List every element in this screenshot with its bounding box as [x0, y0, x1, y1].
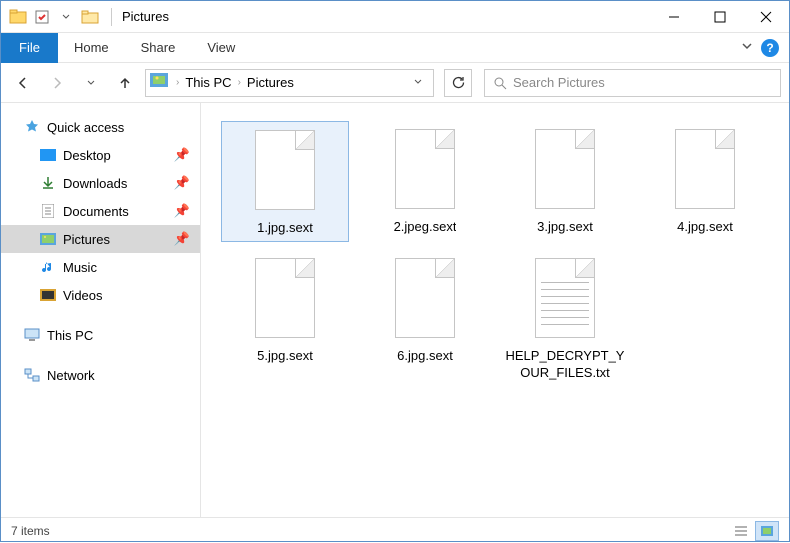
window-title: Pictures: [116, 9, 169, 24]
blank-file-icon: [389, 125, 461, 213]
file-name: 3.jpg.sext: [537, 219, 593, 236]
sidebar-item-label: Pictures: [63, 232, 110, 247]
file-name: 6.jpg.sext: [397, 348, 453, 365]
minimize-button[interactable]: [651, 2, 697, 32]
music-icon: [39, 258, 57, 276]
view-toggle: [729, 521, 779, 541]
sidebar-item-label: Videos: [63, 288, 103, 303]
location-icon: [150, 73, 170, 93]
icons-view-button[interactable]: [755, 521, 779, 541]
breadcrumb-item[interactable]: Pictures: [243, 75, 298, 90]
status-bar: 7 items: [1, 517, 789, 543]
window-controls: [651, 2, 789, 32]
file-grid: 1.jpg.sext 2.jpeg.sext 3.jpg.sext 4.jpg.sex…: [221, 121, 769, 386]
file-name: 4.jpg.sext: [677, 219, 733, 236]
sidebar-item-videos[interactable]: Videos: [1, 281, 200, 309]
pin-icon: 📌: [174, 147, 190, 163]
sidebar-item-pictures[interactable]: Pictures 📌: [1, 225, 200, 253]
videos-icon: [39, 286, 57, 304]
text-file-icon: [529, 254, 601, 342]
sidebar-network[interactable]: Network: [1, 361, 200, 389]
navigation-bar: › This PC › Pictures Search Pictures: [1, 63, 789, 103]
sidebar-item-label: Downloads: [63, 176, 127, 191]
desktop-icon: [39, 146, 57, 164]
pin-icon: 📌: [174, 175, 190, 191]
status-item-count: 7 items: [11, 524, 50, 538]
ribbon-collapse-icon[interactable]: [741, 40, 753, 55]
tab-share[interactable]: Share: [125, 33, 192, 63]
folder-icon[interactable]: [79, 6, 101, 28]
sidebar-quick-access[interactable]: Quick access: [1, 113, 200, 141]
back-button[interactable]: [9, 69, 37, 97]
close-button[interactable]: [743, 2, 789, 32]
pin-icon: 📌: [174, 231, 190, 247]
sidebar: Quick access Desktop 📌 Downloads 📌 Docum…: [1, 103, 201, 517]
file-name: 1.jpg.sext: [257, 220, 313, 237]
sidebar-item-label: Music: [63, 260, 97, 275]
file-tab[interactable]: File: [1, 33, 58, 63]
chevron-right-icon[interactable]: ›: [174, 77, 181, 88]
sidebar-item-label: This PC: [47, 328, 93, 343]
sidebar-this-pc[interactable]: This PC: [1, 321, 200, 349]
sidebar-item-documents[interactable]: Documents 📌: [1, 197, 200, 225]
details-view-button[interactable]: [729, 521, 753, 541]
sidebar-item-label: Desktop: [63, 148, 111, 163]
recent-dropdown-icon[interactable]: [77, 69, 105, 97]
qat-dropdown-icon[interactable]: [55, 6, 77, 28]
titlebar-separator: [111, 8, 112, 26]
breadcrumb-item[interactable]: This PC: [181, 75, 235, 90]
chevron-right-icon[interactable]: ›: [236, 77, 243, 88]
properties-icon[interactable]: [31, 6, 53, 28]
star-icon: [23, 118, 41, 136]
blank-file-icon: [529, 125, 601, 213]
up-button[interactable]: [111, 69, 139, 97]
quick-access-toolbar: [1, 6, 107, 28]
pin-icon: 📌: [174, 203, 190, 219]
file-item[interactable]: 5.jpg.sext: [221, 250, 349, 386]
sidebar-item-desktop[interactable]: Desktop 📌: [1, 141, 200, 169]
documents-icon: [39, 202, 57, 220]
search-icon: [493, 76, 507, 90]
file-item[interactable]: 6.jpg.sext: [361, 250, 489, 386]
breadcrumb-dropdown-icon[interactable]: [407, 75, 429, 90]
sidebar-item-label: Documents: [63, 204, 129, 219]
pc-icon: [23, 326, 41, 344]
search-input[interactable]: Search Pictures: [484, 69, 781, 97]
file-item[interactable]: 2.jpeg.sext: [361, 121, 489, 242]
ribbon: File Home Share View ?: [1, 33, 789, 63]
app-icon[interactable]: [7, 6, 29, 28]
file-name: 5.jpg.sext: [257, 348, 313, 365]
forward-button[interactable]: [43, 69, 71, 97]
breadcrumb[interactable]: › This PC › Pictures: [145, 69, 434, 97]
file-item[interactable]: 3.jpg.sext: [501, 121, 629, 242]
tab-view[interactable]: View: [191, 33, 251, 63]
refresh-button[interactable]: [444, 69, 472, 97]
sidebar-item-music[interactable]: Music: [1, 253, 200, 281]
downloads-icon: [39, 174, 57, 192]
search-placeholder: Search Pictures: [513, 75, 605, 90]
sidebar-item-label: Quick access: [47, 120, 124, 135]
file-name: HELP_DECRYPT_YOUR_FILES.txt: [503, 348, 627, 382]
tab-home[interactable]: Home: [58, 33, 125, 63]
blank-file-icon: [249, 254, 321, 342]
titlebar: Pictures: [1, 1, 789, 33]
file-name: 2.jpeg.sext: [394, 219, 457, 236]
pictures-icon: [39, 230, 57, 248]
blank-file-icon: [249, 126, 321, 214]
content-area: Quick access Desktop 📌 Downloads 📌 Docum…: [1, 103, 789, 517]
file-item[interactable]: 1.jpg.sext: [221, 121, 349, 242]
network-icon: [23, 366, 41, 384]
help-button[interactable]: ?: [761, 39, 779, 57]
sidebar-item-label: Network: [47, 368, 95, 383]
maximize-button[interactable]: [697, 2, 743, 32]
blank-file-icon: [669, 125, 741, 213]
blank-file-icon: [389, 254, 461, 342]
file-item[interactable]: HELP_DECRYPT_YOUR_FILES.txt: [501, 250, 629, 386]
sidebar-item-downloads[interactable]: Downloads 📌: [1, 169, 200, 197]
file-item[interactable]: 4.jpg.sext: [641, 121, 769, 242]
file-pane[interactable]: 1.jpg.sext 2.jpeg.sext 3.jpg.sext 4.jpg.sex…: [201, 103, 789, 517]
